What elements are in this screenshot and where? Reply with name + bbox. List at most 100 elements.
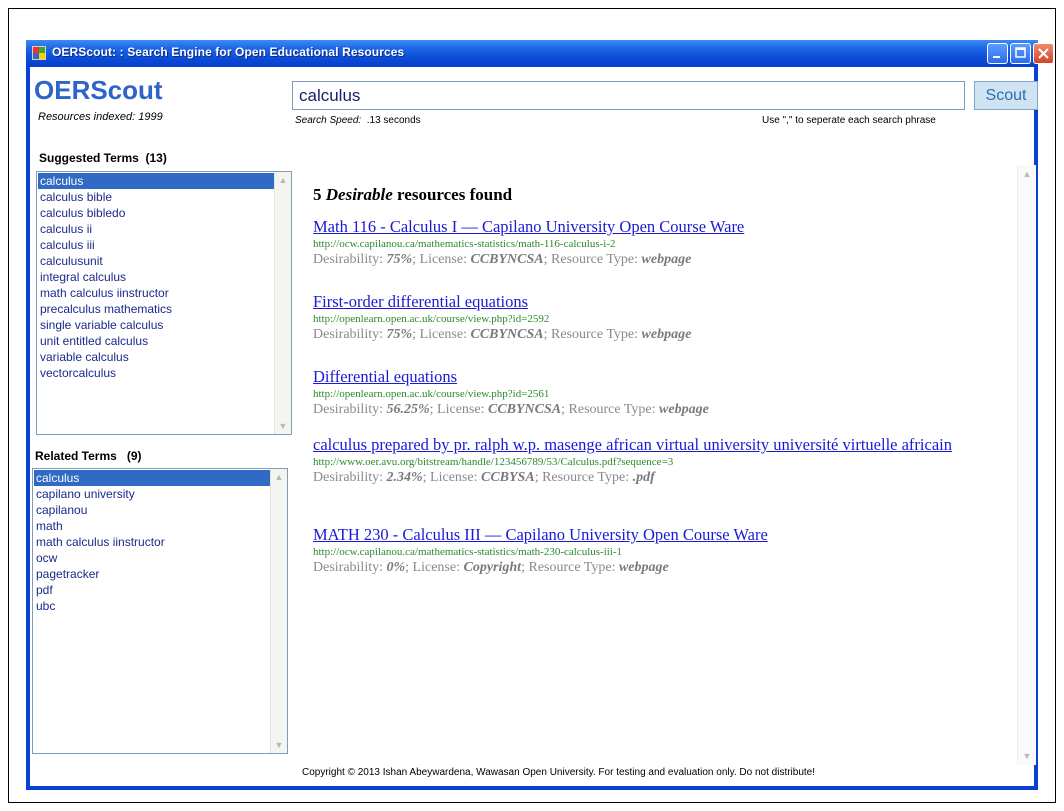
result-meta: Desirability: 75%; License: CCBYNCSA; Re… <box>313 251 1013 269</box>
search-input[interactable]: calculus <box>292 81 965 110</box>
search-speed-value: .13 seconds <box>366 115 421 126</box>
search-speed: Search Speed: .13 seconds <box>295 115 421 126</box>
maximize-icon <box>1015 47 1026 58</box>
resource-type-value: webpage <box>641 327 692 342</box>
result-meta: Desirability: 0%; License: Copyright; Re… <box>313 559 1013 577</box>
related-terms-title: Related Terms <box>35 449 117 463</box>
minimize-icon <box>993 56 1000 58</box>
resource-type-label: ; Resource Type: <box>534 470 630 485</box>
result-item: MATH 230 - Calculus III — Capilano Unive… <box>313 525 1013 577</box>
suggested-term-item[interactable]: precalculus mathematics <box>38 301 274 317</box>
title-bar[interactable]: OERScout: : Search Engine for Open Educa… <box>26 40 1054 67</box>
result-title-link[interactable]: MATH 230 - Calculus III — Capilano Unive… <box>313 525 1013 544</box>
license-value: CCBYSA <box>480 470 535 485</box>
resource-type-value: webpage <box>641 252 692 267</box>
related-term-item[interactable]: pagetracker <box>34 566 270 582</box>
resource-type-label: ; Resource Type: <box>543 327 639 342</box>
scroll-down-icon[interactable]: ▼ <box>1020 749 1034 763</box>
related-term-item[interactable]: math calculus iinstructor <box>34 534 270 550</box>
result-title-link[interactable]: calculus prepared by pr. ralph w.p. mase… <box>313 435 1013 454</box>
result-title-link[interactable]: Math 116 - Calculus I — Capilano Univers… <box>313 217 1013 236</box>
suggested-terms-count: (13) <box>145 151 167 165</box>
related-terms-count: (9) <box>126 449 142 463</box>
related-term-item[interactable]: capilanou <box>34 502 270 518</box>
license-label: ; License: <box>412 252 467 267</box>
suggested-term-item[interactable]: calculus <box>38 173 274 189</box>
results-found-word: Desirable <box>325 185 393 204</box>
result-meta: Desirability: 75%; License: CCBYNCSA; Re… <box>313 326 1013 344</box>
result-meta: Desirability: 56.25%; License: CCBYNCSA;… <box>313 401 1013 419</box>
results-found-tail: resources found <box>397 185 513 204</box>
desirability-label: Desirability: <box>313 560 383 575</box>
result-url: http://ocw.capilanou.ca/mathematics-stat… <box>313 238 616 250</box>
result-url: http://ocw.capilanou.ca/mathematics-stat… <box>313 546 623 558</box>
suggested-term-item[interactable]: variable calculus <box>38 349 274 365</box>
related-scrollbar[interactable]: ▲ ▼ <box>270 469 287 753</box>
desirability-label: Desirability: <box>313 252 383 267</box>
related-terms-label: Related Terms (9) <box>35 449 142 463</box>
app-logo: OERScout <box>34 75 163 105</box>
desirability-value: 75% <box>386 252 413 267</box>
maximize-button[interactable] <box>1010 43 1031 64</box>
suggested-term-item[interactable]: calculus bibledo <box>38 205 274 221</box>
suggested-term-item[interactable]: unit entitled calculus <box>38 333 274 349</box>
app-icon <box>32 46 46 60</box>
result-url: http://openlearn.open.ac.uk/course/view.… <box>313 313 550 325</box>
related-term-item[interactable]: calculus <box>34 470 270 486</box>
suggested-term-item[interactable]: calculus ii <box>38 221 274 237</box>
resource-type-label: ; Resource Type: <box>561 402 656 417</box>
desirability-value: 0% <box>386 560 406 575</box>
suggested-term-item[interactable]: integral calculus <box>38 269 274 285</box>
desirability-label: Desirability: <box>313 327 383 342</box>
suggested-term-item[interactable]: calculus iii <box>38 237 274 253</box>
close-button[interactable] <box>1033 43 1054 64</box>
scout-button[interactable]: Scout <box>974 81 1038 110</box>
result-item: First-order differential equations http:/… <box>313 292 1013 344</box>
desirability-value: 75% <box>386 327 413 342</box>
minimize-button[interactable] <box>987 43 1008 64</box>
close-icon <box>1038 48 1049 59</box>
scroll-up-icon[interactable]: ▲ <box>276 173 290 187</box>
suggested-term-item[interactable]: calculus bible <box>38 189 274 205</box>
results-scrollbar[interactable]: ▲ ▼ <box>1017 165 1036 765</box>
copyright-footer: Copyright © 2013 Ishan Abeywardena, Wawa… <box>302 767 816 778</box>
related-terms-items: calculus capilano university capilanou math… <box>34 470 270 614</box>
license-label: ; License: <box>429 402 485 417</box>
related-term-item[interactable]: ubc <box>34 598 270 614</box>
related-term-item[interactable]: math <box>34 518 270 534</box>
related-term-item[interactable]: ocw <box>34 550 270 566</box>
result-title-link[interactable]: Differential equations <box>313 367 1013 386</box>
license-label: ; License: <box>422 470 478 485</box>
desirability-value: 2.34% <box>386 470 423 485</box>
result-url: http://openlearn.open.ac.uk/course/view.… <box>313 388 550 400</box>
license-value: Copyright <box>463 560 522 575</box>
scroll-up-icon[interactable]: ▲ <box>1020 167 1034 181</box>
scroll-down-icon[interactable]: ▼ <box>276 419 290 433</box>
related-term-item[interactable]: capilano university <box>34 486 270 502</box>
license-value: CCBYNCSA <box>470 252 544 267</box>
resource-type-value: .pdf <box>632 470 655 485</box>
search-speed-label: Search Speed: <box>295 115 362 126</box>
suggested-term-item[interactable]: calculusunit <box>38 253 274 269</box>
suggested-term-item[interactable]: vectorcalculus <box>38 365 274 381</box>
result-url: http://www.oer.avu.org/bitstream/handle/… <box>313 456 674 468</box>
client-area: OERScout Resources indexed: 1999 calculu… <box>30 67 1038 786</box>
resources-indexed: Resources indexed: 1999 <box>38 111 163 123</box>
related-terms-list[interactable]: calculus capilano university capilanou math… <box>32 468 288 754</box>
suggested-terms-items: calculus calculus bible calculus bibledo ca… <box>38 173 274 381</box>
suggested-scrollbar[interactable]: ▲ ▼ <box>274 172 291 434</box>
result-title-link[interactable]: First-order differential equations <box>313 292 1013 311</box>
scroll-up-icon[interactable]: ▲ <box>272 470 286 484</box>
scroll-down-icon[interactable]: ▼ <box>272 738 286 752</box>
resource-type-value: webpage <box>659 402 709 417</box>
desirability-label: Desirability: <box>313 402 383 417</box>
suggested-terms-list[interactable]: calculus calculus bible calculus bibledo ca… <box>36 171 292 435</box>
license-label: ; License: <box>412 327 467 342</box>
suggested-term-item[interactable]: single variable calculus <box>38 317 274 333</box>
results-count-number: 5 <box>313 185 322 204</box>
resource-type-value: webpage <box>618 560 669 575</box>
suggested-term-item[interactable]: math calculus iinstructor <box>38 285 274 301</box>
related-term-item[interactable]: pdf <box>34 582 270 598</box>
desirability-value: 56.25% <box>386 402 430 417</box>
results-count: 5 Desirable resources found <box>313 185 512 205</box>
